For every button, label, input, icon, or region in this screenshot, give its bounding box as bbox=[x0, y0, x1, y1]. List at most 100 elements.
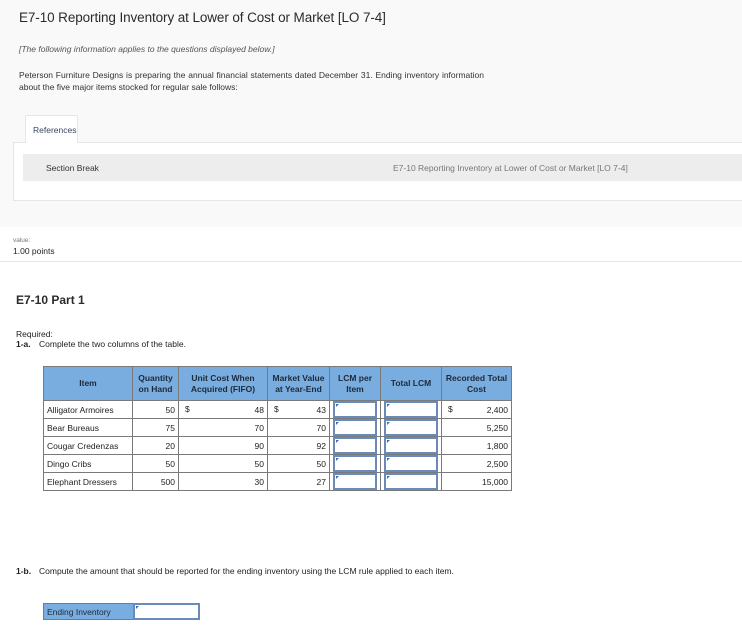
cell-market-value: 50 bbox=[267, 454, 330, 473]
cell-unit-cost: 50 bbox=[178, 454, 268, 473]
cell-item: Bear Bureaus bbox=[43, 418, 133, 437]
cell-item: Alligator Armoires bbox=[43, 400, 133, 419]
requirement-1a: 1-a. Complete the two columns of the tabl… bbox=[16, 339, 186, 349]
requirement-1b-text: Compute the amount that should be report… bbox=[39, 566, 454, 576]
page-title: E7-10 Reporting Inventory at Lower of Co… bbox=[19, 10, 386, 25]
requirement-1b-number: 1-b. bbox=[16, 566, 32, 576]
total-lcm-input[interactable] bbox=[384, 473, 438, 490]
points-value-block: value: 1.00 points bbox=[0, 227, 742, 262]
cell-total-lcm bbox=[380, 472, 442, 491]
cell-quantity: 50 bbox=[132, 400, 179, 419]
table-row: Dingo Cribs 50 50 50 2,500 bbox=[43, 454, 512, 473]
total-lcm-input[interactable] bbox=[384, 401, 438, 418]
cell-item: Dingo Cribs bbox=[43, 454, 133, 473]
header-market-value: Market Value at Year-End bbox=[267, 366, 330, 401]
recorded-total-cost-value: 1,800 bbox=[486, 440, 508, 451]
unit-cost-value: 50 bbox=[254, 458, 264, 469]
total-lcm-input[interactable] bbox=[384, 437, 438, 454]
market-value: 70 bbox=[316, 422, 326, 433]
recorded-total-cost-value: 2,400 bbox=[486, 404, 508, 415]
table-header-row: Item Quantity on Hand Unit Cost When Acq… bbox=[43, 366, 512, 401]
market-value: 92 bbox=[316, 440, 326, 451]
header-quantity: Quantity on Hand bbox=[132, 366, 179, 401]
cell-quantity: 50 bbox=[132, 454, 179, 473]
table-row: Bear Bureaus 75 70 70 5,250 bbox=[43, 418, 512, 437]
cell-market-value: 70 bbox=[267, 418, 330, 437]
cell-item: Elephant Dressers bbox=[43, 472, 133, 491]
cell-lcm-per-item bbox=[329, 436, 381, 455]
requirement-1a-number: 1-a. bbox=[16, 339, 31, 349]
value-points: 1.00 points bbox=[13, 246, 55, 256]
required-label: Required: bbox=[16, 329, 53, 339]
unit-cost-value: 48 bbox=[254, 404, 264, 415]
market-value: 43 bbox=[316, 404, 326, 415]
cell-lcm-per-item bbox=[329, 418, 381, 437]
cell-lcm-per-item bbox=[329, 400, 381, 419]
header-item: Item bbox=[43, 366, 133, 401]
header-recorded-total-cost: Recorded Total Cost bbox=[441, 366, 512, 401]
lcm-table: Item Quantity on Hand Unit Cost When Acq… bbox=[43, 366, 512, 491]
requirement-1a-text: Complete the two columns of the table. bbox=[39, 339, 186, 349]
header-lcm-per-item: LCM per Item bbox=[329, 366, 381, 401]
unit-cost-value: 70 bbox=[254, 422, 264, 433]
lcm-per-item-input[interactable] bbox=[333, 455, 377, 472]
cell-total-lcm bbox=[380, 454, 442, 473]
cell-unit-cost: 90 bbox=[178, 436, 268, 455]
cell-total-lcm bbox=[380, 418, 442, 437]
cell-recorded-total-cost: 5,250 bbox=[441, 418, 512, 437]
lcm-per-item-input[interactable] bbox=[333, 437, 377, 454]
table-row: Alligator Armoires 50 $48 $43 $2,400 bbox=[43, 400, 512, 419]
cell-item: Cougar Credenzas bbox=[43, 436, 133, 455]
section-break-label: Section Break bbox=[46, 163, 99, 173]
value-label: value: bbox=[13, 237, 31, 244]
market-value: 50 bbox=[316, 458, 326, 469]
total-lcm-input[interactable] bbox=[384, 455, 438, 472]
part-title: E7-10 Part 1 bbox=[16, 293, 85, 307]
references-panel: Section Break E7-10 Reporting Inventory … bbox=[13, 142, 742, 201]
cell-quantity: 20 bbox=[132, 436, 179, 455]
cell-unit-cost: 30 bbox=[178, 472, 268, 491]
lcm-per-item-input[interactable] bbox=[333, 473, 377, 490]
cell-market-value: $43 bbox=[267, 400, 330, 419]
lcm-per-item-input[interactable] bbox=[333, 401, 377, 418]
currency-symbol: $ bbox=[448, 404, 453, 414]
unit-cost-value: 30 bbox=[254, 476, 264, 487]
currency-symbol: $ bbox=[274, 404, 279, 414]
cell-unit-cost: 70 bbox=[178, 418, 268, 437]
unit-cost-value: 90 bbox=[254, 440, 264, 451]
cell-lcm-per-item bbox=[329, 472, 381, 491]
total-lcm-input[interactable] bbox=[384, 419, 438, 436]
question-intro-area: E7-10 Reporting Inventory at Lower of Co… bbox=[0, 0, 742, 227]
cell-recorded-total-cost: $2,400 bbox=[441, 400, 512, 419]
cell-total-lcm bbox=[380, 436, 442, 455]
header-total-lcm: Total LCM bbox=[380, 366, 442, 401]
cell-recorded-total-cost: 1,800 bbox=[441, 436, 512, 455]
cell-market-value: 27 bbox=[267, 472, 330, 491]
lcm-per-item-input[interactable] bbox=[333, 419, 377, 436]
intro-text: Peterson Furniture Designs is preparing … bbox=[19, 70, 484, 92]
ending-inventory-label: Ending Inventory bbox=[43, 603, 134, 620]
references-tab-label: References bbox=[33, 125, 77, 135]
requirement-1b: 1-b. Compute the amount that should be r… bbox=[16, 566, 496, 576]
intro-note: [The following information applies to th… bbox=[19, 44, 275, 54]
currency-symbol: $ bbox=[185, 404, 190, 414]
cell-unit-cost: $48 bbox=[178, 400, 268, 419]
cell-total-lcm bbox=[380, 400, 442, 419]
section-break-reference: E7-10 Reporting Inventory at Lower of Co… bbox=[393, 163, 628, 173]
recorded-total-cost-value: 5,250 bbox=[486, 422, 508, 433]
cell-recorded-total-cost: 2,500 bbox=[441, 454, 512, 473]
ending-inventory-input[interactable] bbox=[133, 603, 200, 620]
cell-quantity: 75 bbox=[132, 418, 179, 437]
cell-quantity: 500 bbox=[132, 472, 179, 491]
section-break-row[interactable]: Section Break E7-10 Reporting Inventory … bbox=[23, 154, 742, 181]
table-row: Elephant Dressers 500 30 27 15,000 bbox=[43, 472, 512, 491]
cell-lcm-per-item bbox=[329, 454, 381, 473]
recorded-total-cost-value: 2,500 bbox=[486, 458, 508, 469]
cell-recorded-total-cost: 15,000 bbox=[441, 472, 512, 491]
header-unit-cost: Unit Cost When Acquired (FIFO) bbox=[178, 366, 268, 401]
table-row: Cougar Credenzas 20 90 92 1,800 bbox=[43, 436, 512, 455]
recorded-total-cost-value: 15,000 bbox=[482, 476, 508, 487]
cell-market-value: 92 bbox=[267, 436, 330, 455]
references-tab[interactable]: References bbox=[25, 115, 78, 143]
market-value: 27 bbox=[316, 476, 326, 487]
